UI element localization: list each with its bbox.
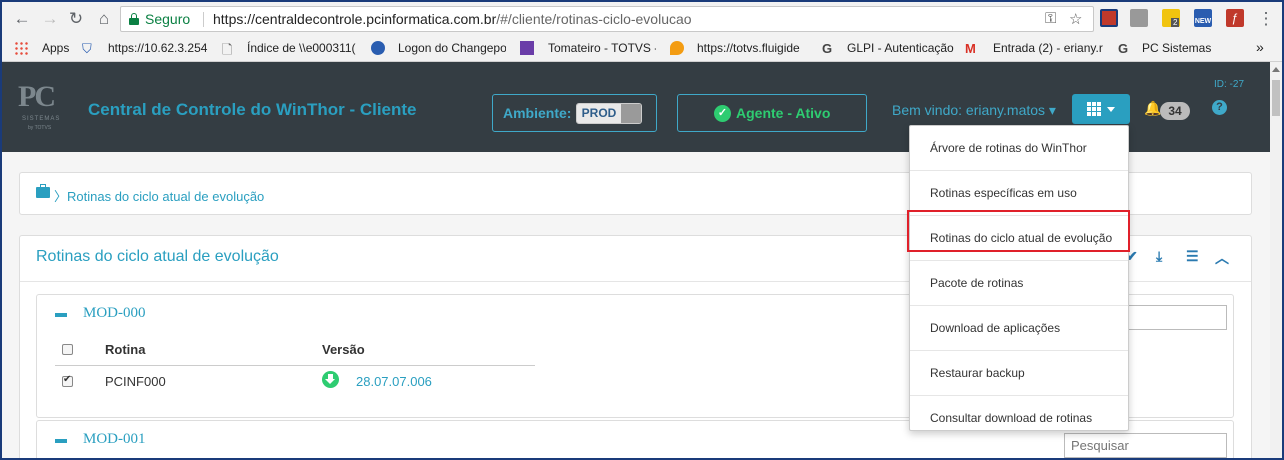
url-text[interactable]: https://centraldecontrole.pcinformatica.… <box>213 11 692 27</box>
bookmark-indice[interactable]: Índice de \\e000311( <box>247 41 357 55</box>
menu-item-arvore[interactable]: Árvore de rotinas do WinThor <box>910 126 1128 171</box>
row-checkbox[interactable] <box>62 374 73 387</box>
home-icon[interactable]: ⌂ <box>94 9 114 29</box>
pc-sistemas-icon: G <box>1118 41 1129 56</box>
extension-shield-icon[interactable] <box>1100 9 1118 27</box>
bookmark-pc-sistemas[interactable]: PC Sistemas <box>1142 41 1211 55</box>
environment-value: PROD <box>577 104 621 123</box>
agent-status-label: Agente - Ativo <box>736 105 831 121</box>
grid-icon <box>1087 102 1101 116</box>
list-icon[interactable]: ☰ <box>1186 248 1199 265</box>
check-circle-icon: ✓ <box>714 105 731 122</box>
user-menu[interactable]: Bem vindo: eriany.matos ▾ <box>892 102 1056 119</box>
bookmarks-bar: Apps ⛉ https://10.62.3.254 🗋 Índice de \… <box>2 36 1282 62</box>
browser-menu-icon[interactable]: ⋮ <box>1256 9 1276 29</box>
bookmark-tomateiro[interactable]: Tomateiro - TOTVS - <box>548 41 656 55</box>
bookmark-apps[interactable]: Apps <box>42 41 69 55</box>
highlight-box <box>907 210 1130 252</box>
tomateiro-icon <box>520 41 534 55</box>
download-version-icon[interactable] <box>322 371 339 388</box>
back-icon[interactable]: ← <box>12 9 32 29</box>
row-rotina: PCINF000 <box>105 374 166 389</box>
forward-icon[interactable]: → <box>40 9 60 29</box>
environment-toggle[interactable]: PROD <box>576 103 642 124</box>
collapse-icon[interactable]: ︿ <box>1215 248 1229 268</box>
menu-item-pacote[interactable]: Pacote de rotinas <box>910 261 1128 306</box>
breadcrumb-item[interactable]: 〉Rotinas do ciclo atual de evolução <box>54 186 264 205</box>
environment-label: Ambiente: <box>503 105 572 121</box>
briefcase-icon <box>36 184 50 198</box>
extension-notes-icon[interactable]: 2 <box>1162 9 1180 27</box>
secure-label: Seguro <box>145 11 191 27</box>
bookmark-glpi[interactable]: GLPI - Autenticação <box>847 41 954 55</box>
browser-toolbar: ← → ↻ ⌂ Seguro https://centraldecontrole… <box>2 2 1282 36</box>
collapse-module-icon[interactable] <box>55 313 67 317</box>
column-header-rotina: Rotina <box>105 342 146 357</box>
shield-bookmark-icon: ⛉ <box>82 41 92 56</box>
notification-count[interactable]: 34 <box>1160 102 1190 120</box>
agent-status-button[interactable]: ✓ Agente - Ativo <box>677 94 867 132</box>
window-frame: ← → ↻ ⌂ Seguro https://centraldecontrole… <box>0 0 1284 460</box>
environment-box: Ambiente: PROD <box>492 94 657 132</box>
page-scrollbar[interactable] <box>1270 62 1282 458</box>
pc-logo: PC SISTEMAS by TOTVS <box>18 80 61 131</box>
menu-item-consultar-download[interactable]: Consultar download de rotinas <box>910 396 1128 441</box>
apps-grid-icon[interactable] <box>14 41 28 55</box>
glpi-icon: G <box>822 41 833 56</box>
extension-badge: 2 <box>1171 18 1180 27</box>
bookmark-entrada[interactable]: Entrada (2) - eriany.r <box>993 41 1103 55</box>
select-all-checkbox[interactable] <box>62 344 73 355</box>
scroll-thumb[interactable] <box>1272 80 1280 116</box>
scroll-up-icon[interactable] <box>1272 67 1280 72</box>
bookmark-fluig[interactable]: https://totvs.fluigide <box>697 41 805 55</box>
help-icon[interactable]: ? <box>1212 100 1227 115</box>
collapse-module-icon[interactable] <box>55 439 67 443</box>
menu-item-restaurar-backup[interactable]: Restaurar backup <box>910 351 1128 396</box>
key-icon[interactable]: ⚿ <box>1045 10 1056 27</box>
apps-menu-button[interactable] <box>1072 94 1130 124</box>
fluig-icon <box>670 41 684 55</box>
extension-new-icon[interactable]: NEW <box>1194 9 1212 27</box>
bookmark-ip[interactable]: https://10.62.3.254 <box>108 41 207 55</box>
extension-flash-icon[interactable]: ƒ <box>1226 9 1244 27</box>
row-versao[interactable]: 28.07.07.006 <box>356 374 432 389</box>
lock-icon <box>129 13 139 25</box>
extension-grey-icon[interactable] <box>1130 9 1148 27</box>
module-name: MOD-001 <box>83 431 146 447</box>
caret-down-icon <box>1107 107 1115 112</box>
download-icon[interactable]: ⤓ <box>1156 248 1162 265</box>
bookmark-changepoint[interactable]: Logon do Changepo <box>398 41 506 55</box>
bell-icon[interactable]: 🔔 <box>1144 100 1161 117</box>
gmail-icon: M <box>965 41 976 56</box>
menu-item-download-aplicacoes[interactable]: Download de aplicações <box>910 306 1128 351</box>
address-bar[interactable]: Seguro https://centraldecontrole.pcinfor… <box>120 6 1094 32</box>
app-title: Central de Controle do WinThor - Cliente <box>88 100 417 119</box>
reload-icon[interactable]: ↻ <box>66 9 86 29</box>
file-icon: 🗋 <box>222 42 233 57</box>
bookmarks-more-icon[interactable]: » <box>1256 39 1264 55</box>
changepoint-icon <box>371 41 385 55</box>
bookmark-star-icon[interactable]: ☆ <box>1069 10 1082 28</box>
id-label: ID: -27 <box>1214 79 1245 90</box>
module-name: MOD-000 <box>83 305 146 321</box>
apps-dropdown-menu: Árvore de rotinas do WinThor Rotinas esp… <box>909 125 1129 431</box>
panel-title: Rotinas do ciclo atual de evolução <box>36 248 279 265</box>
column-header-versao: Versão <box>322 342 365 357</box>
